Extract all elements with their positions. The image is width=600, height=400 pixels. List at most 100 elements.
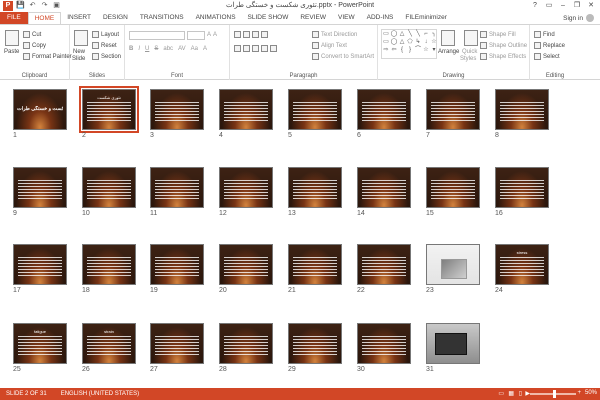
shape-outline-button[interactable]: Shape Outline: [480, 42, 527, 49]
zoom-in-button[interactable]: +: [577, 390, 581, 396]
chart-image: [441, 259, 467, 279]
tab-fileminimizer[interactable]: FILEminimizer: [399, 12, 453, 24]
slide-thumbnail[interactable]: strain: [82, 323, 136, 364]
bullets-numbering-buttons[interactable]: [234, 31, 268, 38]
slide-thumbnail[interactable]: stress: [495, 244, 549, 285]
strikethrough-button[interactable]: S: [154, 46, 158, 52]
slide-thumbnail[interactable]: [82, 167, 136, 208]
new-slide-button-line2[interactable]: Slide: [72, 56, 85, 62]
normal-view-icon[interactable]: ▭: [498, 390, 504, 397]
arrange-icon[interactable]: [441, 30, 455, 46]
zoom-level[interactable]: 50%: [585, 390, 597, 396]
font-size-box[interactable]: [187, 31, 205, 40]
replace-button[interactable]: Replace: [534, 42, 565, 49]
minimize-button[interactable]: –: [556, 0, 570, 11]
slide-sorter-view-icon[interactable]: ▦: [508, 390, 514, 397]
slide-thumbnail[interactable]: [219, 89, 273, 130]
new-slide-button[interactable]: New: [73, 49, 85, 55]
slide-thumbnail[interactable]: [288, 89, 342, 130]
slide-thumbnail[interactable]: [219, 323, 273, 364]
cut-button[interactable]: Cut: [23, 31, 41, 38]
quick-styles-button[interactable]: Quick: [462, 49, 477, 55]
slide-thumbnail[interactable]: [82, 244, 136, 285]
font-name-box[interactable]: [129, 31, 185, 40]
underline-button[interactable]: U: [145, 46, 149, 52]
slide-thumbnail[interactable]: [13, 167, 67, 208]
shape-fill-button[interactable]: Shape Fill: [480, 31, 516, 38]
bold-button[interactable]: B: [129, 46, 133, 52]
editing-group: Find Replace Select Editing: [530, 25, 580, 80]
italic-button[interactable]: I: [138, 46, 140, 52]
reset-button[interactable]: Reset: [92, 42, 117, 49]
help-button[interactable]: ?: [528, 0, 542, 11]
slide-thumbnail[interactable]: تئوری شکست: [79, 86, 139, 133]
slide-thumbnail[interactable]: [426, 244, 480, 285]
slide-thumbnail[interactable]: [495, 167, 549, 208]
slide-thumbnail[interactable]: [150, 167, 204, 208]
find-button[interactable]: Find: [534, 31, 555, 38]
align-text-button[interactable]: Align Text: [312, 42, 347, 49]
convert-smartart-button[interactable]: Convert to SmartArt: [312, 53, 374, 60]
slide-thumbnail[interactable]: [357, 244, 411, 285]
new-slide-icon[interactable]: [74, 30, 88, 46]
slide-thumbnail[interactable]: [357, 89, 411, 130]
text-direction-button[interactable]: Text Direction: [312, 31, 357, 38]
slide-number: 31: [426, 366, 434, 373]
ribbon-display-button[interactable]: ▭: [542, 0, 556, 11]
tab-view[interactable]: VIEW: [332, 12, 361, 24]
slide-thumbnail[interactable]: تئوری شکست و خستگی طرات: [13, 89, 67, 130]
tab-insert[interactable]: INSERT: [61, 12, 97, 24]
slide-thumbnail[interactable]: [13, 244, 67, 285]
arrange-button[interactable]: Arrange: [438, 49, 459, 55]
slide-title: strain: [104, 329, 114, 334]
slide-thumbnail[interactable]: [288, 244, 342, 285]
slide-thumbnail[interactable]: [426, 167, 480, 208]
slide-thumbnail[interactable]: [219, 167, 273, 208]
font-color-button[interactable]: A: [203, 46, 207, 52]
sign-in-link[interactable]: Sign in: [563, 14, 594, 22]
shapes-gallery[interactable]: ▭ ◯ △ ╲ ╲ ⌐ ╮ ▭ ◯ △ ⬠ ↳ ↓ ☆ ⇨ ⇦{} ⌒ ☆ ▾: [381, 29, 437, 59]
select-button[interactable]: Select: [534, 53, 560, 60]
layout-icon: [92, 31, 99, 38]
copy-button[interactable]: Copy: [23, 42, 46, 49]
section-button[interactable]: Section: [92, 53, 121, 60]
tab-review[interactable]: REVIEW: [294, 12, 332, 24]
alignment-buttons[interactable]: [234, 45, 277, 52]
slide-thumbnail[interactable]: fatigue: [13, 323, 67, 364]
paste-icon[interactable]: [5, 30, 19, 46]
language-indicator[interactable]: ENGLISH (UNITED STATES): [47, 391, 139, 397]
reading-view-icon[interactable]: ▯: [519, 390, 522, 397]
tab-animations[interactable]: ANIMATIONS: [190, 12, 242, 24]
slide-thumbnail[interactable]: [150, 244, 204, 285]
close-button[interactable]: ✕: [584, 0, 598, 11]
text-shadow-button[interactable]: abc: [163, 46, 173, 52]
tab-design[interactable]: DESIGN: [97, 12, 134, 24]
slide-thumbnail[interactable]: [357, 167, 411, 208]
tab-file[interactable]: FILE: [0, 12, 28, 24]
slide-thumbnail[interactable]: [426, 323, 480, 364]
tab-transitions[interactable]: TRANSITIONS: [134, 12, 190, 24]
format-painter-button[interactable]: Format Painter: [23, 53, 72, 60]
quick-styles-icon[interactable]: [464, 30, 478, 46]
paste-button[interactable]: Paste: [4, 49, 19, 55]
slide-thumbnail[interactable]: [495, 89, 549, 130]
zoom-slider-thumb[interactable]: [553, 390, 556, 398]
slide-thumbnail[interactable]: [288, 323, 342, 364]
slide-body-text: [293, 180, 337, 201]
slide-thumbnail[interactable]: [426, 89, 480, 130]
tab-slide-show[interactable]: SLIDE SHOW: [242, 12, 295, 24]
character-spacing-button[interactable]: AV: [178, 46, 186, 52]
tab-home[interactable]: HOME: [27, 12, 62, 24]
restore-button[interactable]: ❐: [570, 0, 584, 11]
grow-shrink-font-buttons[interactable]: AA: [207, 32, 217, 38]
shape-effects-button[interactable]: Shape Effects: [480, 53, 526, 60]
layout-button[interactable]: Layout: [92, 31, 119, 38]
slide-thumbnail[interactable]: [150, 323, 204, 364]
slide-thumbnail[interactable]: [150, 89, 204, 130]
tab-add-ins[interactable]: ADD-INS: [361, 12, 400, 24]
change-case-button[interactable]: Aa: [191, 46, 198, 52]
slide-thumbnail[interactable]: [357, 323, 411, 364]
slide-thumbnail[interactable]: [288, 167, 342, 208]
slide-thumbnail[interactable]: [219, 244, 273, 285]
quick-styles-button-line2[interactable]: Styles: [460, 56, 476, 62]
